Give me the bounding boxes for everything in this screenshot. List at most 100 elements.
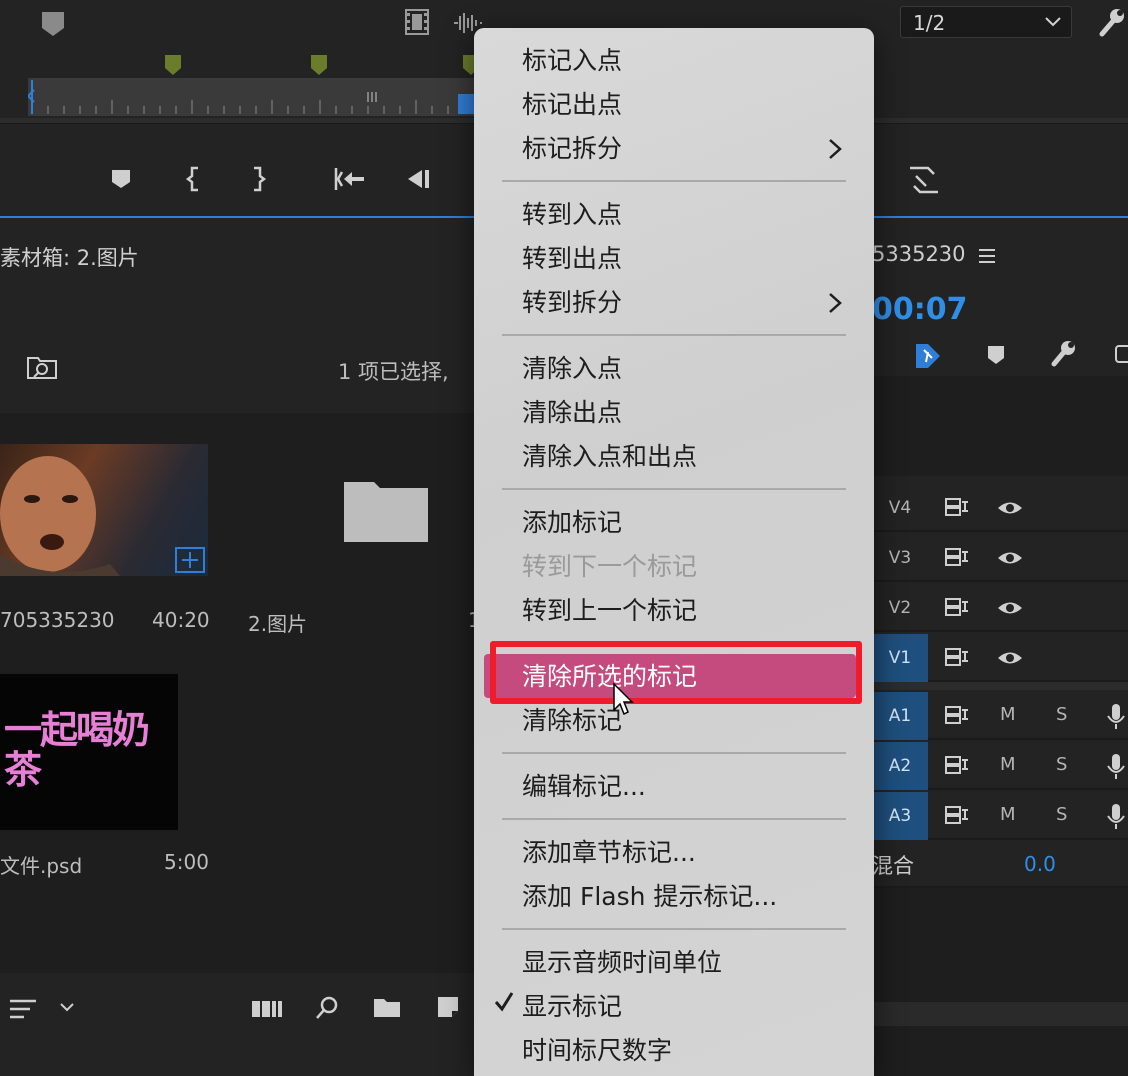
sync-lock-icon[interactable] <box>944 597 970 617</box>
captions-icon[interactable] <box>1114 344 1128 364</box>
search-bin-icon[interactable] <box>26 354 58 380</box>
item-duration: 40:20 <box>152 608 210 632</box>
marker-icon[interactable] <box>164 54 182 76</box>
track-label[interactable]: V1 <box>872 634 928 682</box>
track-row-v1[interactable]: V1 <box>872 634 1128 682</box>
chevron-down-icon[interactable] <box>60 1003 74 1013</box>
menu-item-add-marker[interactable]: 添加标记 <box>522 506 622 540</box>
menu-item-add-chapter-marker[interactable]: 添加章节标记... <box>522 836 696 870</box>
freeform-view-icon[interactable] <box>250 999 284 1019</box>
item-name: 文件.psd <box>0 854 83 878</box>
menu-item-time-ruler-numbers[interactable]: 时间标尺数字 <box>522 1034 672 1068</box>
new-bin-icon[interactable] <box>372 997 402 1019</box>
track-row-a2[interactable]: A2 M S <box>872 742 1128 790</box>
sync-lock-icon[interactable] <box>944 547 970 567</box>
mark-out-icon[interactable] <box>250 166 266 192</box>
microphone-icon[interactable] <box>1106 702 1126 730</box>
sync-lock-icon[interactable] <box>944 705 970 725</box>
eye-icon[interactable] <box>996 549 1024 567</box>
timeline-header-gap <box>872 376 1128 476</box>
menu-item-mark-split[interactable]: 标记拆分 <box>522 132 622 166</box>
marker-icon[interactable] <box>40 10 66 38</box>
wrench-icon[interactable] <box>1096 6 1126 38</box>
solo-button[interactable]: S <box>1056 754 1067 775</box>
mouse-cursor-icon <box>612 682 636 718</box>
mix-label: 混合 <box>872 854 914 878</box>
zoom-resolution-select[interactable]: 1/2 <box>900 6 1072 38</box>
track-label[interactable]: A2 <box>872 742 928 790</box>
menu-item-show-markers[interactable]: 显示标记 <box>522 990 622 1024</box>
search-icon[interactable] <box>314 995 340 1021</box>
submenu-arrow-icon <box>828 292 842 314</box>
track-row-a1[interactable]: A1 M S <box>872 692 1128 740</box>
eye-icon[interactable] <box>996 499 1024 517</box>
menu-item-edit-marker[interactable]: 编辑标记... <box>522 770 646 804</box>
eye-icon[interactable] <box>996 649 1024 667</box>
folder-icon[interactable] <box>344 478 428 542</box>
microphone-icon[interactable] <box>1106 752 1126 780</box>
mark-in-icon[interactable] <box>186 166 202 192</box>
track-label[interactable]: A1 <box>872 692 928 740</box>
wrench-icon[interactable] <box>1048 338 1078 368</box>
timeline-empty-area <box>872 888 1128 1076</box>
track-row-a3[interactable]: A3 M S <box>872 792 1128 840</box>
add-marker-icon[interactable] <box>986 344 1006 366</box>
psd-thumbnail[interactable]: 一起喝奶茶 <box>0 674 178 830</box>
selection-status: 1 项已选择, <box>338 360 449 384</box>
track-label[interactable]: V2 <box>872 584 928 632</box>
video-thumbnail[interactable] <box>0 444 208 576</box>
item-name: 705335230 <box>0 608 115 632</box>
menu-item-clear-out[interactable]: 清除出点 <box>522 396 622 430</box>
list-view-icon[interactable] <box>8 997 38 1021</box>
track-label[interactable]: V3 <box>872 534 928 582</box>
add-marker-icon[interactable] <box>110 168 132 190</box>
menu-item-mark-out[interactable]: 标记出点 <box>522 88 622 122</box>
submenu-arrow-icon <box>828 138 842 160</box>
horizontal-scrollbar[interactable] <box>872 1002 1128 1026</box>
track-label[interactable]: V4 <box>872 484 928 532</box>
marker-icon[interactable] <box>310 54 328 76</box>
sync-lock-icon[interactable] <box>944 647 970 667</box>
go-to-in-icon[interactable] <box>332 166 366 192</box>
project-bottom-bar <box>0 973 480 1045</box>
menu-item-go-to-previous-marker[interactable]: 转到上一个标记 <box>522 594 697 628</box>
menu-item-clear-markers[interactable]: 清除标记 <box>522 704 622 738</box>
solo-button[interactable]: S <box>1056 704 1067 725</box>
mute-button[interactable]: M <box>1000 804 1016 825</box>
menu-item-mark-in[interactable]: 标记入点 <box>522 44 622 78</box>
menu-item-clear-in[interactable]: 清除入点 <box>522 352 622 386</box>
eye-icon[interactable] <box>996 599 1024 617</box>
mix-value[interactable]: 0.0 <box>1024 852 1056 876</box>
loop-playback-icon[interactable] <box>906 164 942 196</box>
solo-button[interactable]: S <box>1056 804 1067 825</box>
menu-item-go-to-in[interactable]: 转到入点 <box>522 198 622 232</box>
sequence-name: 5335230 <box>872 242 966 266</box>
sync-lock-icon[interactable] <box>944 805 970 825</box>
mute-button[interactable]: M <box>1000 754 1016 775</box>
track-row-v2[interactable]: V2 <box>872 584 1128 632</box>
menu-item-show-audio-time-units[interactable]: 显示音频时间单位 <box>522 946 722 980</box>
sync-lock-icon[interactable] <box>944 497 970 517</box>
track-row-v4[interactable]: V4 <box>872 484 1128 532</box>
new-item-icon[interactable] <box>436 995 460 1019</box>
menu-item-go-to-split[interactable]: 转到拆分 <box>522 286 622 320</box>
mute-button[interactable]: M <box>1000 704 1016 725</box>
sync-lock-icon[interactable] <box>944 755 970 775</box>
checkmark-icon <box>494 990 514 1012</box>
selection-tool-icon[interactable] <box>912 340 944 370</box>
microphone-icon[interactable] <box>1106 802 1126 830</box>
annotation-highlight-frame <box>490 641 862 704</box>
menu-separator <box>502 928 846 930</box>
psd-thumb-text: 一起喝奶茶 <box>4 707 150 792</box>
timecode[interactable]: 00:07 <box>872 292 968 327</box>
film-icon[interactable] <box>404 8 430 36</box>
track-row-v3[interactable]: V3 <box>872 534 1128 582</box>
zoom-value: 1/2 <box>913 11 946 35</box>
time-ruler[interactable] <box>28 78 474 116</box>
track-label[interactable]: A3 <box>872 792 928 840</box>
step-back-icon[interactable] <box>404 166 432 192</box>
menu-item-clear-in-out[interactable]: 清除入点和出点 <box>522 440 697 474</box>
panel-menu-icon[interactable] <box>978 248 996 264</box>
menu-item-add-flash-cue-marker[interactable]: 添加 Flash 提示标记... <box>522 880 777 914</box>
menu-item-go-to-out[interactable]: 转到出点 <box>522 242 622 276</box>
